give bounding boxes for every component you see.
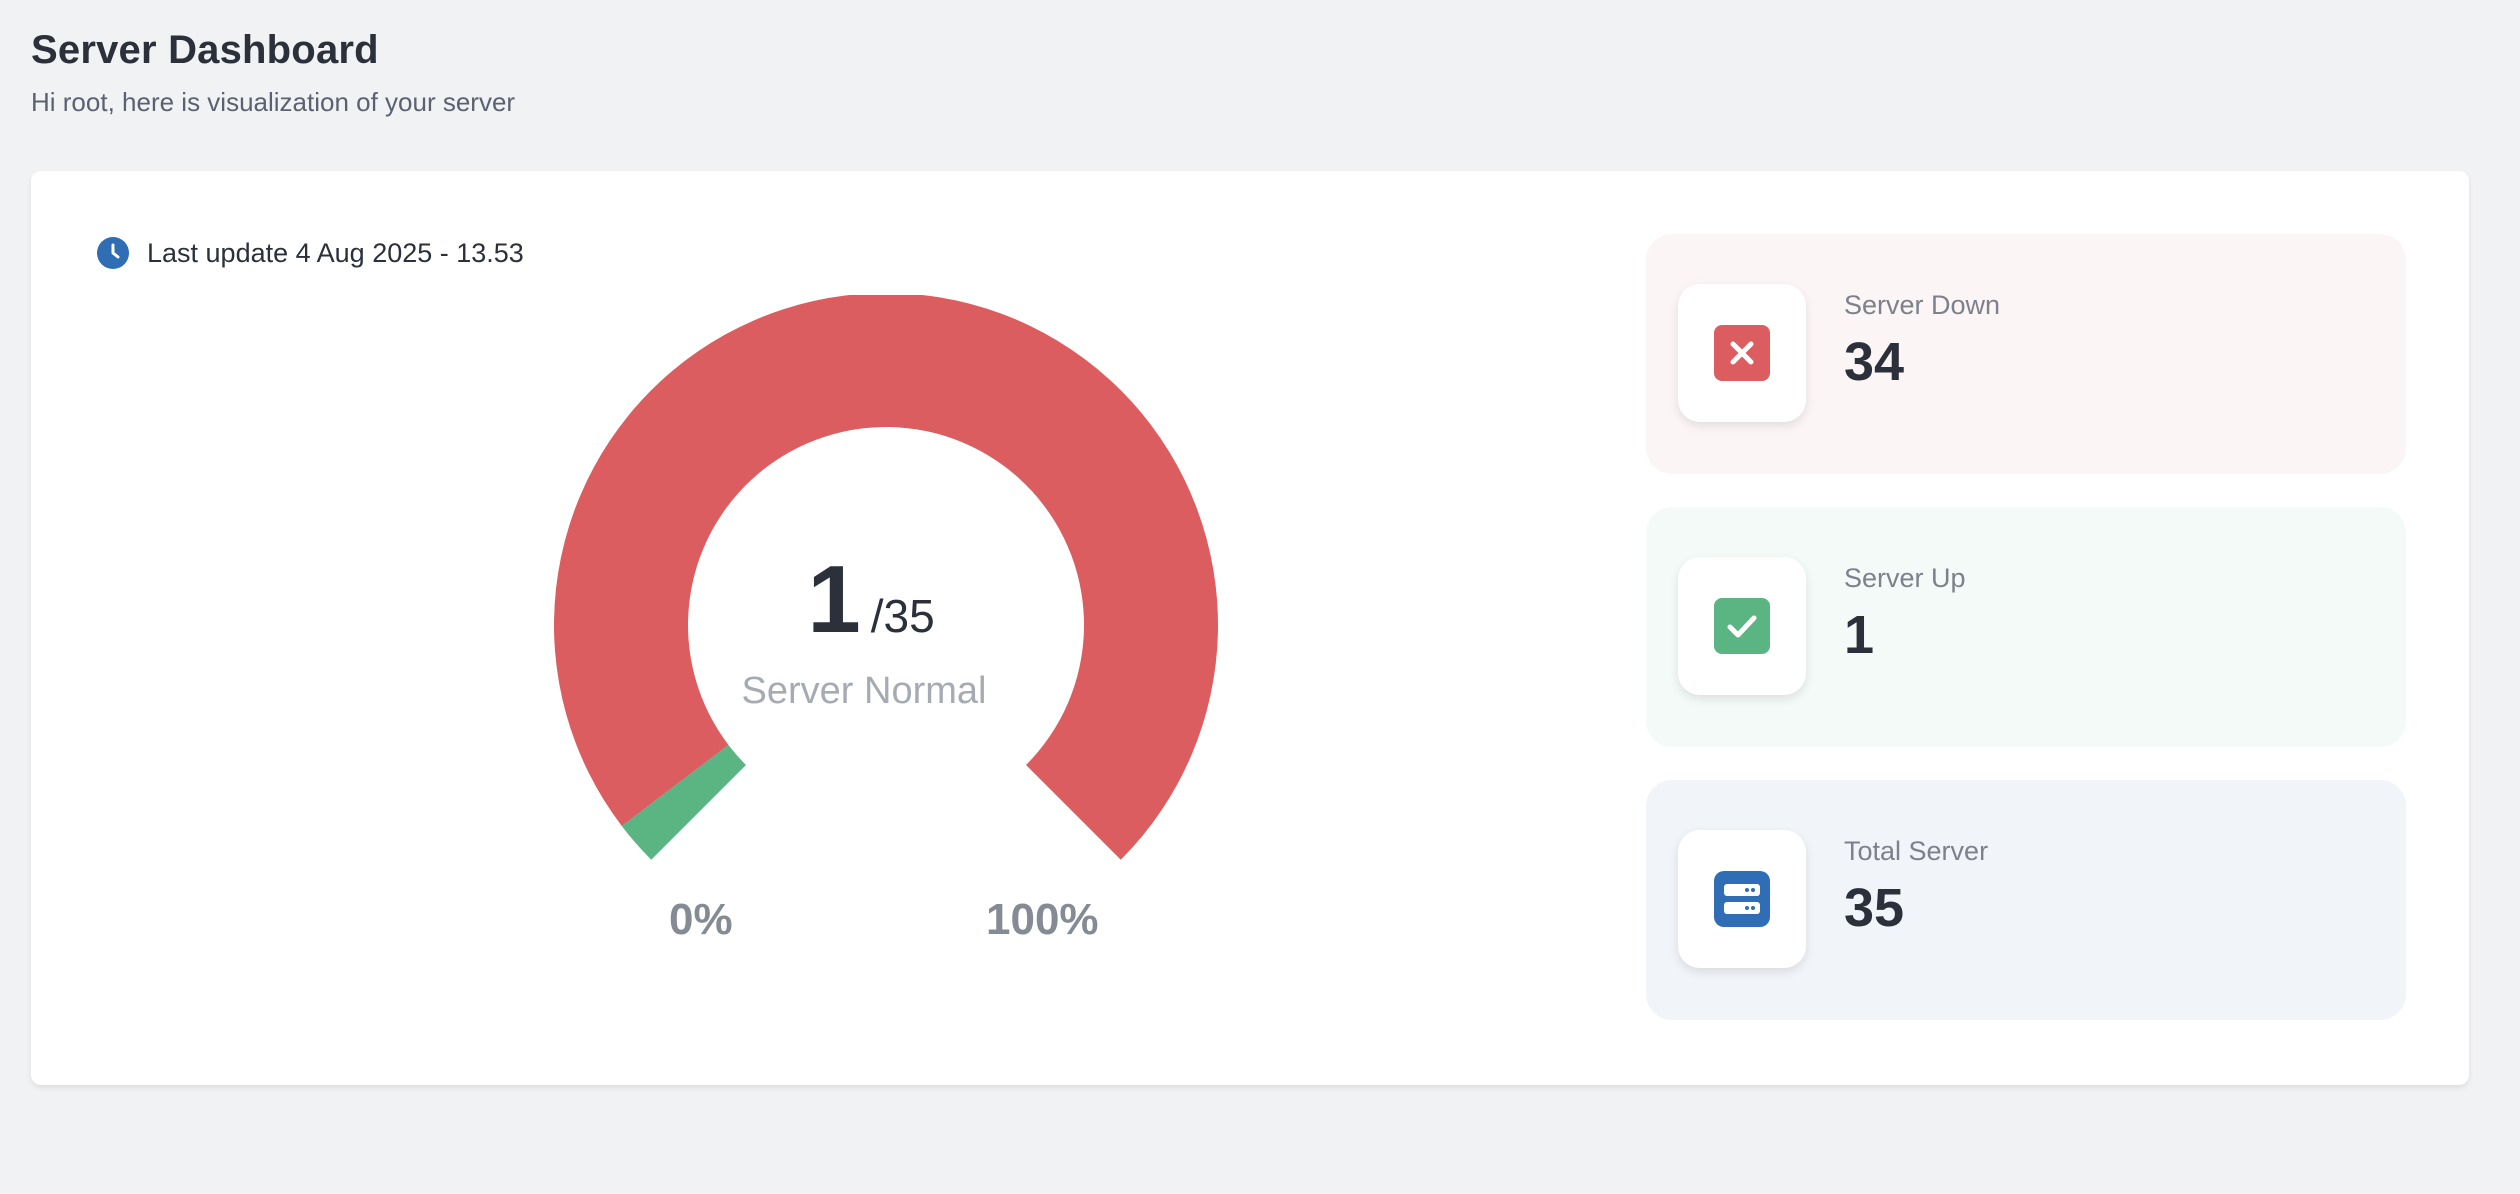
gauge-min-label: 0%: [669, 895, 733, 944]
server-down-card[interactable]: Server Down 34: [1646, 234, 2406, 474]
gauge-readout: 1/35: [491, 545, 1251, 655]
clock-icon: [97, 237, 129, 269]
total-server-icon-box: [1678, 830, 1806, 968]
gauge-max-label: 100%: [986, 895, 1099, 944]
total-server-card[interactable]: Total Server 35: [1646, 780, 2406, 1020]
total-server-label: Total Server: [1844, 836, 1989, 866]
server-gauge: 1/35 Server Normal 0% 100%: [491, 295, 1251, 975]
check-square-icon: [1714, 598, 1770, 654]
server-down-value: 34: [1844, 332, 1905, 392]
last-update-text: Last update 4 Aug 2025 - 13.53: [147, 237, 524, 268]
server-down-icon-box: [1678, 284, 1806, 422]
x-square-icon: [1714, 325, 1770, 381]
server-up-icon-box: [1678, 557, 1806, 695]
gauge-value: 1: [807, 546, 861, 653]
server-down-label: Server Down: [1844, 290, 2001, 320]
server-up-value: 1: [1844, 605, 1875, 665]
page-title: Server Dashboard: [31, 28, 379, 72]
gauge-label: Server Normal: [741, 670, 987, 712]
last-update: Last update 4 Aug 2025 - 13.53: [97, 237, 524, 269]
dashboard-card: Last update 4 Aug 2025 - 13.53 1/35 Serv…: [31, 171, 2469, 1085]
server-up-card[interactable]: Server Up 1: [1646, 507, 2406, 747]
page-header: Server Dashboard Hi root, here is visual…: [31, 28, 515, 118]
total-server-value: 35: [1844, 878, 1905, 938]
server-icon: [1714, 871, 1770, 927]
gauge-total: /35: [870, 590, 935, 642]
page-subtitle: Hi root, here is visualization of your s…: [31, 87, 516, 117]
server-up-label: Server Up: [1844, 563, 1966, 593]
